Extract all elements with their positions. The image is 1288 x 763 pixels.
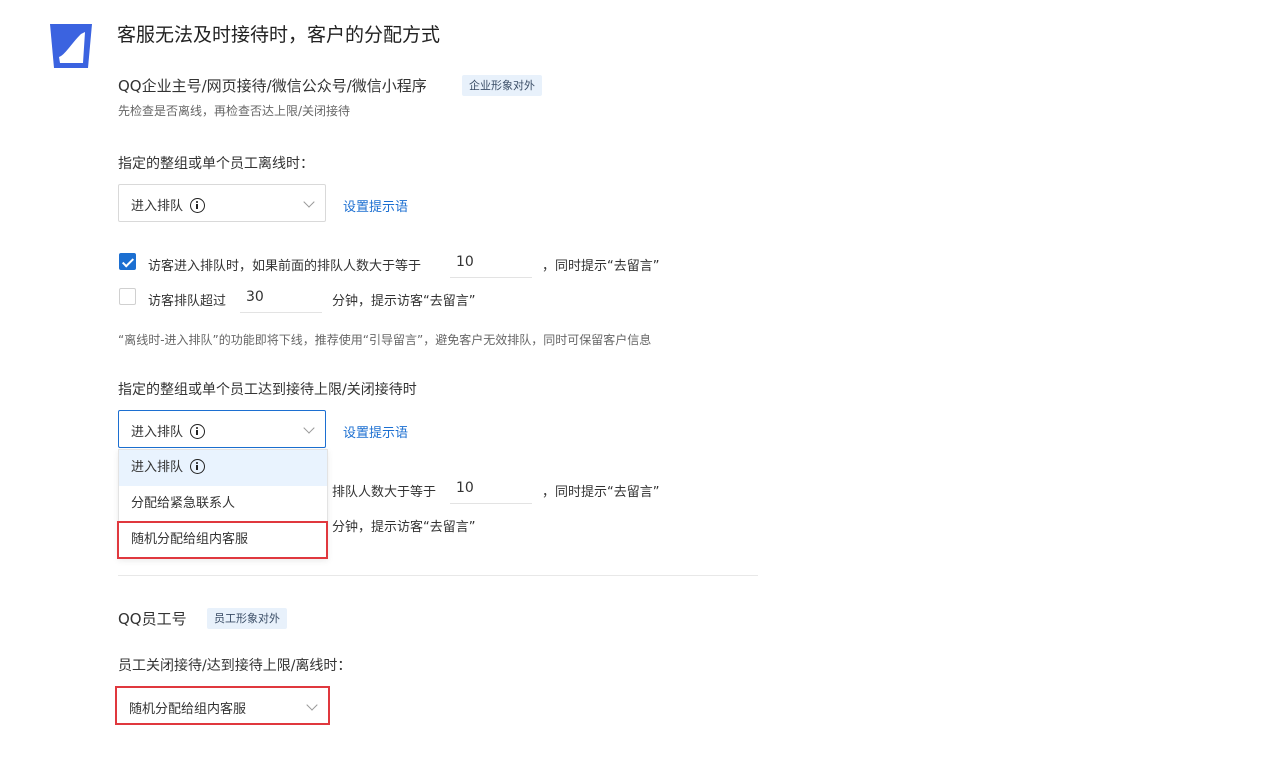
queue-timeout-suffix: 分钟，提示访客“去留言” — [332, 294, 476, 309]
limit-label: 指定的整组或单个员工达到接待上限/关闭接待时 — [118, 382, 417, 398]
dropdown-option-emergency-contact[interactable]: 分配给紧急联系人 — [119, 486, 327, 522]
enterprise-hint: 先检查是否离线，再检查否达上限/关闭接待 — [118, 104, 351, 118]
dropdown-option-queue[interactable]: 进入排队 — [119, 450, 327, 486]
limit-queue-input[interactable]: 10 — [450, 472, 532, 504]
offline-set-prompt-link[interactable]: 设置提示语 — [343, 196, 408, 215]
queue-limit-input[interactable]: 10 — [450, 246, 532, 278]
offline-mode-select-value: 进入排队 — [131, 199, 184, 214]
offline-mode-select[interactable]: 进入排队 — [118, 184, 326, 222]
employee-label: 员工关闭接待/达到接待上限/离线时： — [118, 658, 352, 674]
queue-limit-suffix: ，同时提示“去留言” — [542, 259, 660, 274]
queue-timeout-text: 访客排队超过 — [148, 294, 227, 309]
info-icon[interactable] — [190, 198, 206, 213]
employee-mode-select[interactable]: 随机分配给组内客服 — [115, 686, 330, 725]
employee-tag: 员工形象对外 — [207, 608, 287, 629]
info-icon[interactable] — [190, 459, 206, 474]
chevron-down-icon — [303, 196, 315, 208]
offline-notice: “离线时-进入排队”的功能即将下线，推荐使用“引导留言”，避免客户无效排队，同时… — [118, 333, 652, 347]
chevron-down-icon — [303, 422, 315, 434]
info-icon[interactable] — [190, 424, 206, 439]
offline-label: 指定的整组或单个员工离线时： — [118, 156, 314, 172]
enterprise-tag: 企业形象对外 — [462, 75, 542, 96]
queue-timeout-checkbox[interactable] — [119, 288, 136, 305]
queue-limit-checkbox[interactable] — [119, 253, 136, 270]
enterprise-section-title: QQ企业主号/网页接待/微信公众号/微信小程序 — [118, 77, 427, 95]
limit-queue-suffix: ，同时提示“去留言” — [542, 485, 660, 500]
limit-mode-select-value: 进入排队 — [131, 425, 184, 440]
chevron-down-icon — [306, 699, 318, 711]
employee-section-title: QQ员工号 — [118, 610, 187, 628]
section-divider — [118, 575, 758, 576]
highlight-random-assign-option — [117, 521, 328, 559]
limit-queue-text: 排队人数大于等于 — [332, 485, 437, 500]
queue-timeout-input[interactable]: 30 — [240, 281, 322, 313]
limit-mode-select[interactable]: 进入排队 — [118, 410, 326, 448]
queue-limit-text: 访客进入排队时，如果前面的排队人数大于等于 — [148, 259, 422, 274]
bucket-logo-icon — [50, 24, 92, 68]
limit-set-prompt-link[interactable]: 设置提示语 — [343, 422, 408, 441]
page-title: 客服无法及时接待时，客户的分配方式 — [117, 24, 441, 46]
dropdown-option-label: 进入排队 — [131, 460, 184, 475]
limit-timeout-suffix: 分钟，提示访客“去留言” — [332, 520, 476, 535]
employee-mode-select-value: 随机分配给组内客服 — [129, 702, 247, 717]
